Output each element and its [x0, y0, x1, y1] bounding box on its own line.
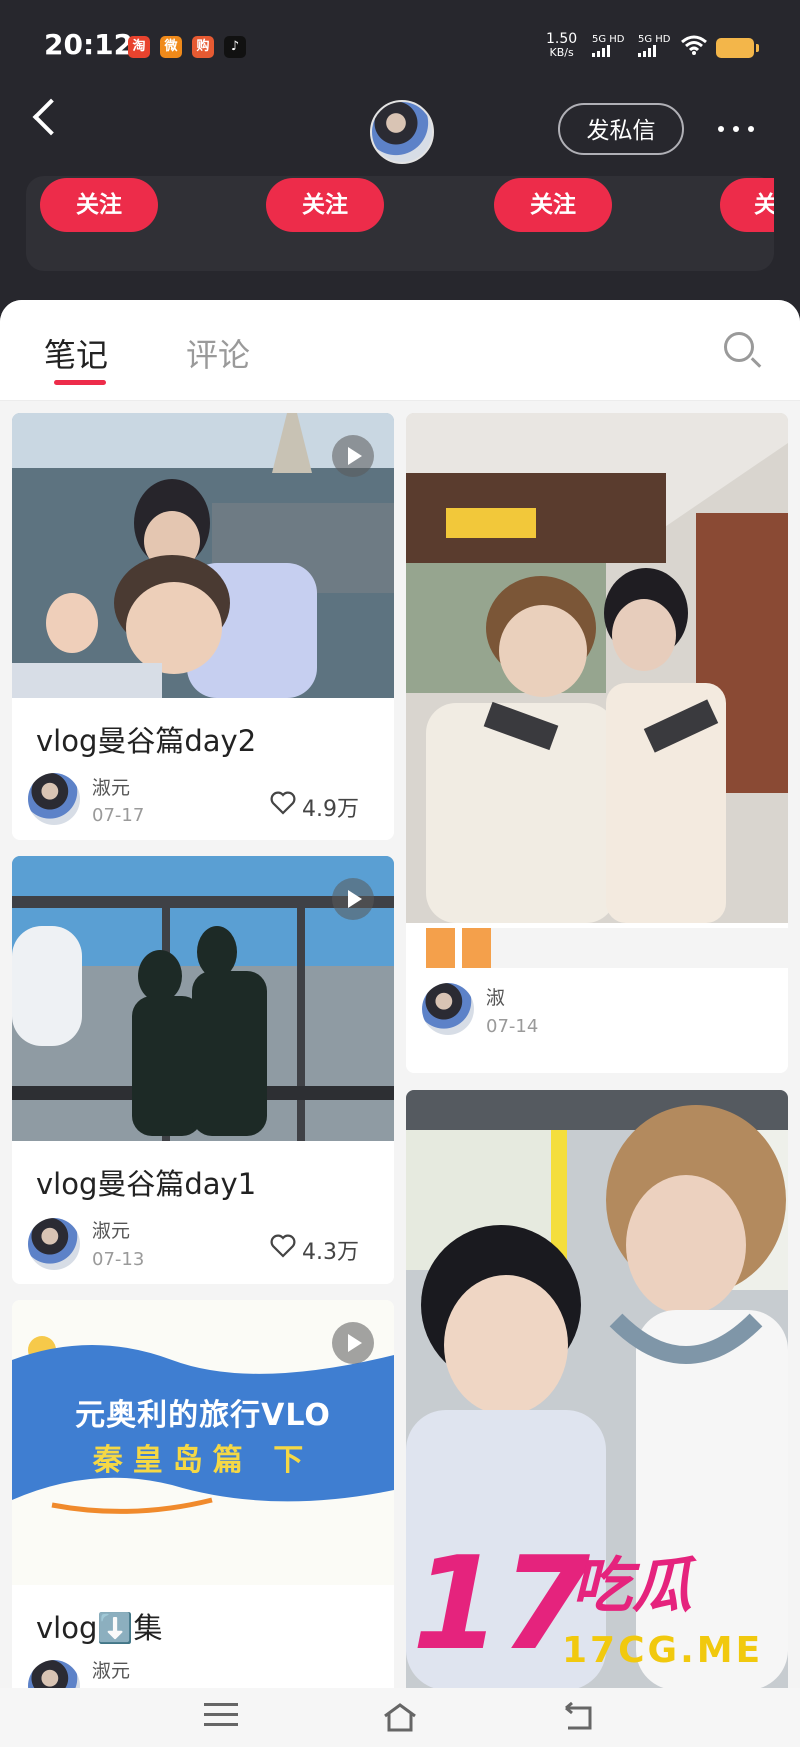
- follow-button[interactable]: 关注: [494, 178, 612, 232]
- note-title: vlog曼谷篇day1: [36, 1167, 257, 1201]
- heart-icon[interactable]: [270, 791, 296, 815]
- tiktok-app-icon: ♪: [224, 36, 246, 58]
- profile-avatar[interactable]: [370, 100, 434, 164]
- watermark-logo: 17 吃瓜 17CG.ME: [412, 1536, 763, 1679]
- author-avatar[interactable]: [28, 773, 80, 825]
- wifi-icon: [681, 35, 707, 55]
- author-name[interactable]: 淑元: [92, 773, 130, 800]
- status-time: 20:12: [44, 28, 134, 61]
- follow-button-partial[interactable]: 关: [720, 178, 774, 232]
- more-dots-icon[interactable]: [718, 126, 754, 132]
- play-icon: [332, 878, 374, 920]
- return-icon[interactable]: [560, 1702, 596, 1732]
- shopping-app-icon: 购: [192, 36, 214, 58]
- tab-notes[interactable]: 笔记: [44, 330, 108, 376]
- tab-bar: 笔记 评论: [0, 300, 800, 401]
- note-card[interactable]: vlog曼谷篇day1 淑元 07-13 4.3万: [12, 856, 394, 1284]
- author-name[interactable]: 淑元: [92, 1216, 130, 1243]
- post-date: 07-14: [486, 1016, 539, 1037]
- battery-icon: [716, 38, 759, 58]
- post-date: 07-13: [92, 1249, 145, 1270]
- svg-text:吃瓜: 吃瓜: [572, 1551, 697, 1621]
- send-message-button[interactable]: 发私信: [558, 103, 684, 155]
- tab-comments[interactable]: 评论: [186, 330, 250, 376]
- weibo-app-icon: 微: [160, 36, 182, 58]
- svg-text:17CG.ME: 17CG.ME: [562, 1630, 763, 1671]
- author-name[interactable]: 淑: [486, 983, 505, 1010]
- like-count: 4.3万: [302, 1240, 359, 1265]
- search-icon[interactable]: [724, 332, 754, 362]
- signal-1: 5G HD: [592, 34, 625, 57]
- author-avatar[interactable]: [422, 983, 474, 1035]
- author-avatar[interactable]: [28, 1218, 80, 1270]
- content-sheet: 笔记 评论 vlog曼谷篇day2 淑元 07-17 4.9万 淑 07-14 …: [0, 300, 800, 1747]
- like-count: 4.9万: [302, 797, 359, 822]
- heart-icon[interactable]: [270, 1234, 296, 1258]
- follow-button[interactable]: 关注: [266, 178, 384, 232]
- note-card[interactable]: 元奥利的旅行VLO 秦皇岛篇 下 vlog⬇️集 淑元: [12, 1300, 394, 1747]
- active-tab-indicator: [54, 380, 106, 385]
- thumbnail-shooting-range: [406, 413, 788, 923]
- note-title: vlog曼谷篇day2: [36, 724, 257, 758]
- post-date: 07-17: [92, 805, 145, 826]
- blurred-title-area: [426, 928, 788, 968]
- home-icon[interactable]: [382, 1702, 418, 1732]
- thumbnail-text-line-2: 秦皇岛篇 下: [92, 1443, 314, 1478]
- follow-button[interactable]: 关注: [40, 178, 158, 232]
- play-icon: [332, 435, 374, 477]
- note-card[interactable]: vlog曼谷篇day2 淑元 07-17 4.9万: [12, 413, 394, 840]
- menu-icon[interactable]: [204, 1703, 238, 1726]
- network-speed: 1.50 KB/s: [546, 31, 578, 59]
- thumbnail-text-line-1: 元奥利的旅行VLO: [75, 1398, 331, 1433]
- note-card[interactable]: 淑 07-14: [406, 413, 788, 1073]
- play-icon: [332, 1322, 374, 1364]
- taobao-app-icon: 淘: [128, 36, 150, 58]
- signal-2: 5G HD: [638, 34, 671, 57]
- back-arrow-icon[interactable]: [32, 98, 70, 136]
- author-name[interactable]: 淑元: [92, 1656, 130, 1683]
- note-title: vlog⬇️集: [36, 1611, 163, 1645]
